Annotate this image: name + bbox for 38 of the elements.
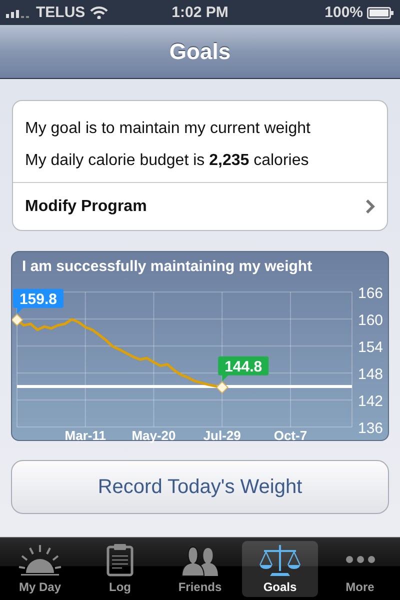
chevron-right-icon xyxy=(365,199,375,214)
tab-bar-item[interactable]: Goals xyxy=(242,541,318,597)
axis-tick-label: Oct-7 xyxy=(274,428,308,443)
axis-tick-label: 154 xyxy=(358,339,384,356)
chart-title: I am successfully maintaining my weight xyxy=(21,257,314,277)
record-weight-button[interactable]: Record Today's Weight xyxy=(11,460,389,514)
axis-tick-label: 148 xyxy=(358,366,384,383)
data-point-marker xyxy=(216,381,228,394)
axis-tick-label: Mar-11 xyxy=(64,428,106,443)
modify-program-row[interactable]: Modify Program xyxy=(13,182,387,230)
annotation: 159.8 xyxy=(19,290,58,308)
axis-tick-label: 136 xyxy=(358,420,384,437)
axis-tick-label: 166 xyxy=(358,285,384,302)
data-point-marker xyxy=(12,314,24,326)
annotation: 144.8 xyxy=(224,358,262,376)
clock-time: 1:02 PM xyxy=(172,4,228,21)
axis-tick-label: May-20 xyxy=(132,428,176,443)
battery-percent: 100% xyxy=(324,4,364,21)
signal-icon xyxy=(6,8,31,18)
scales-icon xyxy=(258,543,302,577)
tab-bar-item[interactable]: More xyxy=(322,541,398,597)
tab-bar-item[interactable]: Friends xyxy=(162,541,238,597)
value-callout: 144.8 xyxy=(218,356,269,382)
row-label: Modify Program xyxy=(25,198,147,216)
carrier-name: TELUS xyxy=(36,4,86,21)
axis-tick-label: 142 xyxy=(358,393,384,410)
value-callout: 159.8 xyxy=(13,288,64,314)
summary-text: My goal is to maintain my current weight xyxy=(25,120,312,138)
tab-bar-item[interactable]: Log xyxy=(82,541,158,597)
axis-tick-label: Jul-29 xyxy=(203,428,241,443)
summary-text: My daily calorie budget is 2,235 calories xyxy=(25,152,310,170)
more-dots-icon xyxy=(346,556,374,563)
sun-icon xyxy=(18,543,62,577)
screen-title: Goals xyxy=(169,38,231,64)
wifi-icon xyxy=(90,6,108,19)
axis-tick-label: 160 xyxy=(358,312,384,329)
tab-bar-item[interactable]: My Day xyxy=(2,541,78,597)
battery-icon xyxy=(367,6,394,18)
